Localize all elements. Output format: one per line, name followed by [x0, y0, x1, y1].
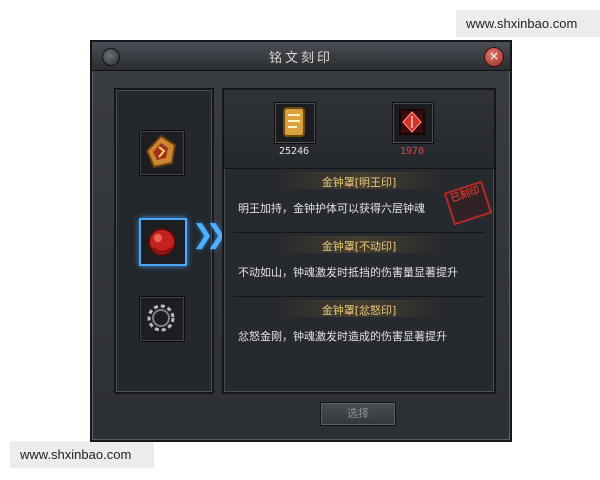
- select-button[interactable]: 选择: [320, 402, 396, 426]
- rune-detail-panel: 25246 1970 金钟罩[明王印] 明王加持，金钟护体可以获得六层钟魂 金钟…: [222, 88, 496, 394]
- red-bell-icon: [148, 228, 176, 256]
- slot-red-bell[interactable]: [139, 218, 187, 266]
- rune-title: 金钟罩[不动印]: [321, 240, 397, 253]
- rune-description: 不动如山，钟魂激发时抵挡的伤害量显著提升: [238, 266, 458, 279]
- inscription-window: 铭文刻印 × ❯❯❯ 25246 1970 金钟罩[明王印] 明王加持，金钟护体…: [90, 40, 512, 442]
- watermark-bottom: www.shxinbao.com: [10, 441, 154, 468]
- slot-chain[interactable]: [139, 296, 185, 342]
- material-bar: 25246 1970: [224, 90, 494, 169]
- gold-rune-icon: [145, 134, 177, 169]
- rune-title: 金钟罩[忿怒印]: [321, 304, 397, 317]
- window-title: 铭文刻印: [268, 51, 333, 66]
- slot-gold-rune[interactable]: [139, 130, 185, 176]
- rune-description: 忿怒金刚，钟魂激发时造成的伤害显著提升: [238, 330, 447, 343]
- watermark-top: www.shxinbao.com: [456, 10, 600, 37]
- red-gem-icon: [399, 109, 425, 135]
- title-bar: 铭文刻印 ×: [92, 42, 510, 71]
- rune-option-2[interactable]: 金钟罩[忿怒印] 忿怒金刚，钟魂激发时造成的伤害显著提升: [234, 298, 484, 360]
- gold-scroll-icon: [283, 107, 305, 137]
- gold-count: 25246: [278, 146, 310, 157]
- rune-title: 金钟罩[明王印]: [321, 176, 397, 189]
- chain-icon: [147, 304, 175, 332]
- rune-description: 明王加持，金钟护体可以获得六层钟魂: [238, 202, 425, 215]
- red-count: 1970: [399, 146, 425, 157]
- material-slot-gold[interactable]: [274, 102, 316, 144]
- material-slot-red[interactable]: [392, 102, 434, 144]
- close-button[interactable]: ×: [484, 47, 504, 67]
- rune-option-1[interactable]: 金钟罩[不动印] 不动如山，钟魂激发时抵挡的伤害量显著提升: [234, 234, 484, 297]
